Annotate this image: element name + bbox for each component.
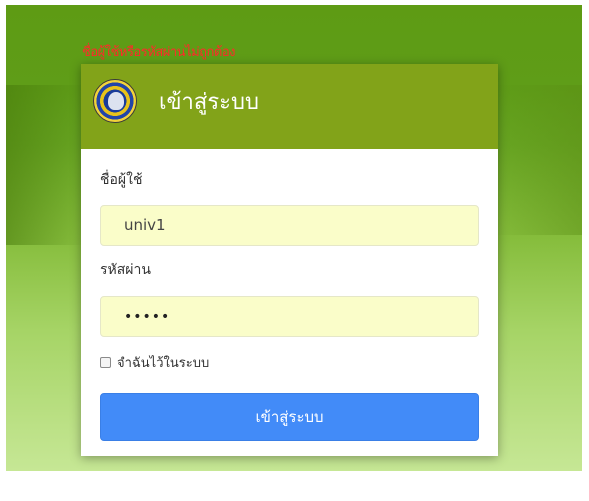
username-input[interactable]: univ1 (100, 205, 479, 246)
login-error-message: ชื่อผู้ใช้หรือรหัสผ่านไม่ถูกต้อง (82, 45, 236, 60)
password-input[interactable]: ••••• (100, 296, 479, 337)
remember-me[interactable]: จำฉันไว้ในระบบ (100, 352, 209, 373)
password-label: รหัสผ่าน (100, 262, 151, 278)
login-card-header: เข้าสู่ระบบ (81, 64, 498, 149)
background-shade-left (6, 85, 86, 245)
background-shade-right (492, 85, 582, 235)
login-card: เข้าสู่ระบบ ชื่อผู้ใช้ univ1 รหัสผ่าน ••… (81, 64, 498, 456)
university-logo-icon (93, 79, 137, 123)
password-value: ••••• (124, 309, 171, 325)
remember-me-label: จำฉันไว้ในระบบ (117, 356, 210, 371)
username-value: univ1 (124, 216, 166, 234)
username-label: ชื่อผู้ใช้ (100, 172, 143, 188)
logo-emblem (108, 92, 124, 110)
login-title: เข้าสู่ระบบ (159, 90, 259, 115)
remember-me-checkbox[interactable] (100, 357, 111, 368)
login-button[interactable]: เข้าสู่ระบบ (100, 393, 479, 441)
